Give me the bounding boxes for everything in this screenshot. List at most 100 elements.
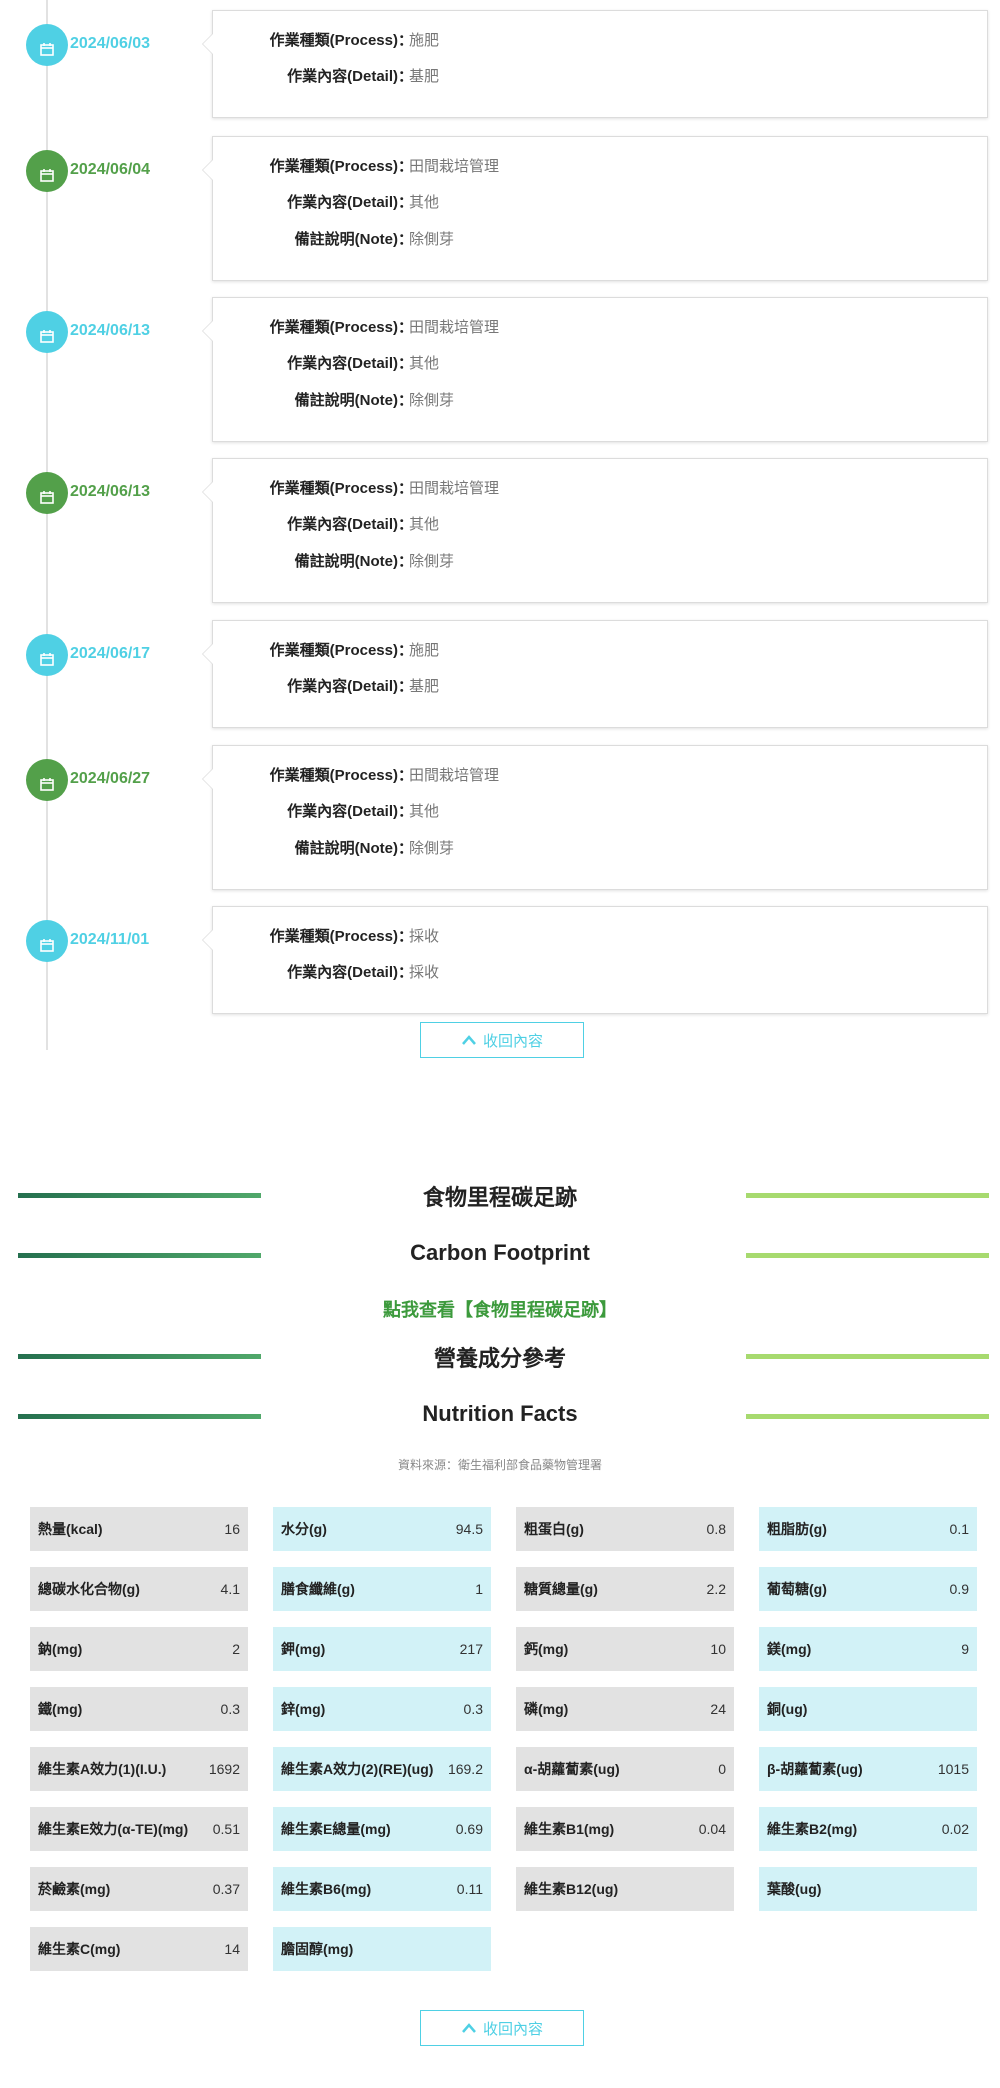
nutrient-value: 0.51 [212, 1821, 240, 1837]
timeline-row: 作業內容(Detail)： 採收 [213, 961, 989, 985]
row-label: 備註說明(Note)： [294, 840, 413, 857]
carbon-title-en: Carbon Footprint [0, 1236, 1000, 1276]
nutrient-name: β-胡蘿蔔素(ug) [767, 1761, 863, 1777]
nutrition-cell: 水分(g) 94.5 [273, 1507, 491, 1551]
row-label: 作業內容(Detail)： [287, 803, 413, 820]
nutrient-name: 維生素B1(mg) [524, 1821, 615, 1837]
calendar-icon [40, 169, 54, 182]
timeline-row: 作業內容(Detail)： 其他 [213, 800, 989, 824]
heading-bar-right [746, 1354, 989, 1359]
nutrient-name: 維生素A效力(1)(I.U.) [38, 1761, 167, 1777]
timeline-row: 作業種類(Process)： 田間栽培管理 [213, 477, 989, 501]
timeline-date: 2024/06/04 [70, 161, 151, 178]
nutrient-name: 菸鹼素(mg) [38, 1881, 111, 1897]
nutrition-cell: 粗脂肪(g) 0.1 [759, 1507, 977, 1551]
nutrient-name: 維生素E總量(mg) [281, 1821, 391, 1837]
calendar-icon [40, 491, 54, 504]
collapse-timeline-button[interactable]: 收回內容 [420, 1022, 584, 1058]
nutrient-name: 膳食纖維(g) [281, 1581, 355, 1597]
nutrient-value: 9 [961, 1641, 969, 1657]
nutrient-value: 0.8 [706, 1521, 726, 1537]
chevron-up-icon [462, 2023, 476, 2033]
nutrient-value: 0.37 [212, 1881, 240, 1897]
nutrient-value: 1 [475, 1581, 483, 1597]
row-label: 作業內容(Detail)： [287, 194, 413, 211]
timeline-card: 作業種類(Process)： 施肥 作業內容(Detail)： 基肥 [202, 10, 989, 118]
nutrient-value: 0.69 [455, 1821, 483, 1837]
calendar-icon [40, 330, 54, 343]
nutrient-name: 粗蛋白(g) [524, 1521, 584, 1537]
calendar-icon [40, 43, 54, 56]
nutrition-cell: 維生素B12(ug) [516, 1867, 734, 1911]
nutrient-value: 2.2 [706, 1581, 726, 1597]
collapse-label: 收回內容 [482, 2020, 543, 2038]
nutrient-value: 16 [224, 1521, 240, 1537]
timeline-row: 作業內容(Detail)： 其他 [213, 191, 989, 215]
timeline-row: 作業種類(Process)： 田間栽培管理 [213, 764, 989, 788]
calendar-icon [40, 653, 54, 666]
nutrient-name: 糖質總量(g) [524, 1581, 598, 1597]
nutrient-value: 0.9 [949, 1581, 969, 1597]
timeline-date: 2024/11/01 [70, 931, 150, 948]
nutrition-cell: 熱量(kcal) 16 [30, 1507, 248, 1551]
carbon-footprint-link[interactable]: 點我查看【食物里程碳足跡】 [0, 1296, 1000, 1322]
carbon-title-zh: 食物里程碳足跡 [0, 1176, 1000, 1216]
nutrition-cell: 鎂(mg) 9 [759, 1627, 977, 1671]
row-value: 田間栽培管理 [409, 767, 500, 784]
timeline-card: 作業種類(Process)： 施肥 作業內容(Detail)： 基肥 [202, 620, 989, 728]
row-label: 作業種類(Process)： [269, 32, 413, 49]
nutrient-name: 鈉(mg) [38, 1641, 83, 1657]
timeline-dot [26, 472, 68, 514]
timeline-card: 作業種類(Process)： 田間栽培管理 作業內容(Detail)： 其他備註說明(… [202, 745, 989, 890]
nutrition-cell: 磷(mg) 24 [516, 1687, 734, 1731]
row-value: 其他 [409, 194, 440, 211]
nutrition-cell: 葉酸(ug) [759, 1867, 977, 1911]
timeline-row: 備註說明(Note)： 除側芽 [213, 389, 989, 413]
nutrition-cell: 維生素E效力(α-TE)(mg) 0.51 [30, 1807, 248, 1851]
row-value: 採收 [409, 964, 440, 981]
nutrition-cell: 葡萄糖(g) 0.9 [759, 1567, 977, 1611]
timeline-dot [26, 311, 68, 353]
nutrition-cell: 膽固醇(mg) [273, 1927, 491, 1971]
nutrition-cell: 鐵(mg) 0.3 [30, 1687, 248, 1731]
timeline-dot [26, 920, 68, 962]
nutrition-cell: 維生素A效力(1)(I.U.) 1692 [30, 1747, 248, 1791]
nutrient-value: 14 [224, 1941, 240, 1957]
row-value: 田間栽培管理 [409, 319, 500, 336]
collapse-nutrition-button[interactable]: 收回內容 [420, 2010, 584, 2046]
nutrient-value: 0.1 [949, 1521, 969, 1537]
timeline-row: 備註說明(Note)： 除側芽 [213, 550, 989, 574]
nutrition-cell: 維生素E總量(mg) 0.69 [273, 1807, 491, 1851]
nutrient-name: 維生素C(mg) [38, 1941, 121, 1957]
nutrient-value: 0.11 [456, 1881, 483, 1897]
nutrition-cell: 維生素A效力(2)(RE)(ug) 169.2 [273, 1747, 491, 1791]
timeline-row: 作業種類(Process)： 採收 [213, 925, 989, 949]
nutrient-value: 0.3 [463, 1701, 483, 1717]
nutrient-value: 94.5 [455, 1521, 483, 1537]
row-value: 基肥 [409, 68, 440, 85]
nutrient-name: α-胡蘿蔔素(ug) [524, 1761, 620, 1777]
timeline-date: 2024/06/13 [70, 483, 151, 500]
row-label: 作業種類(Process)： [269, 480, 413, 497]
timeline-dot [26, 150, 68, 192]
row-value: 施肥 [409, 642, 440, 659]
nutrition-cell: 粗蛋白(g) 0.8 [516, 1507, 734, 1551]
chevron-up-icon [462, 1035, 476, 1045]
nutrition-cell: 總碳水化合物(g) 4.1 [30, 1567, 248, 1611]
timeline-row: 作業種類(Process)： 施肥 [213, 639, 989, 663]
nutrition-cell: 銅(ug) [759, 1687, 977, 1731]
timeline-dot [26, 24, 68, 66]
nutrient-name: 鋅(mg) [281, 1701, 326, 1717]
timeline-row: 作業內容(Detail)： 基肥 [213, 65, 989, 89]
timeline-dot [26, 634, 68, 676]
row-value: 其他 [409, 355, 440, 372]
nutrition-title-en: Nutrition Facts [0, 1397, 1000, 1437]
row-label: 作業種類(Process)： [269, 928, 413, 945]
nutrition-cell: 鈉(mg) 2 [30, 1627, 248, 1671]
timeline-card: 作業種類(Process)： 田間栽培管理 作業內容(Detail)： 其他 備註說明(… [202, 458, 989, 603]
nutrient-value: 0.02 [941, 1821, 969, 1837]
row-value: 採收 [409, 928, 440, 945]
nutrition-cell: α-胡蘿蔔素(ug) 0 [516, 1747, 734, 1791]
nutrition-cell: 維生素B1(mg) 0.04 [516, 1807, 734, 1851]
calendar-icon [40, 778, 54, 791]
